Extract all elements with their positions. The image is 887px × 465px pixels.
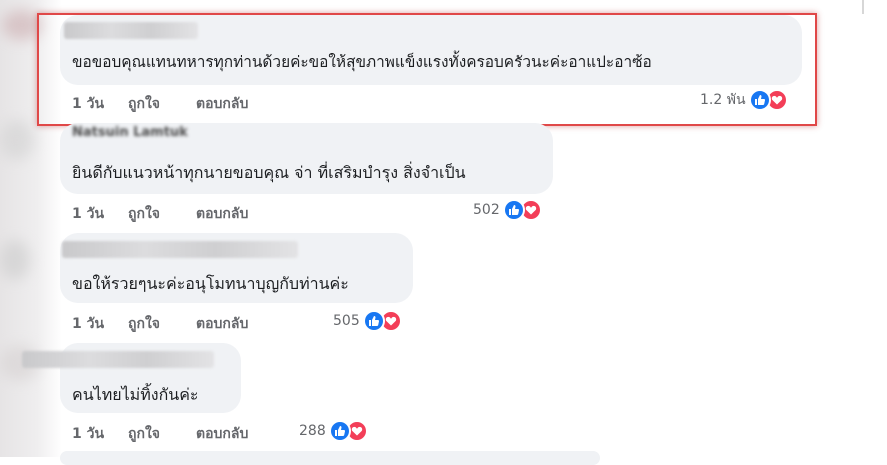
like-icon: [748, 89, 771, 111]
comment-time-link[interactable]: 1 วัน: [72, 423, 104, 445]
like-icon: [502, 199, 525, 221]
reply-button[interactable]: ตอบกลับ: [196, 203, 248, 225]
blurred-avatar-fragment: [0, 120, 34, 160]
reaction-count: 502: [473, 202, 500, 218]
like-icon: [362, 310, 385, 332]
highlight-box: [37, 13, 817, 126]
comment-time-link[interactable]: 1 วัน: [72, 313, 104, 335]
next-comment-bubble-partial: [60, 451, 600, 465]
reaction-summary[interactable]: 505: [333, 310, 402, 332]
comment-text: คนไทยไม่ทิ้งกันค่ะ: [72, 385, 199, 404]
commenter-name-blurred[interactable]: [62, 241, 298, 258]
like-button[interactable]: ถูกใจ: [128, 313, 160, 335]
commenter-name-blurred[interactable]: Natsuin Lamtuk: [72, 124, 196, 136]
blurred-avatar-fragment: [0, 240, 30, 280]
like-icon: [328, 420, 351, 442]
comment-time-link[interactable]: 1 วัน: [72, 203, 104, 225]
comment-text: ยินดีกับแนวหน้าทุกนายขอบคุณ จ่า ที่เสริม…: [72, 163, 466, 182]
reaction-summary[interactable]: 288: [299, 420, 368, 442]
reaction-summary[interactable]: 502: [473, 199, 542, 221]
reaction-count: 288: [299, 423, 326, 439]
blurred-avatar-fragment: [2, 10, 42, 40]
commenter-name-blurred[interactable]: [22, 351, 214, 368]
like-button[interactable]: ถูกใจ: [128, 423, 160, 445]
divider: [862, 0, 864, 14]
reply-button[interactable]: ตอบกลับ: [196, 313, 248, 335]
reply-button[interactable]: ตอบกลับ: [196, 423, 248, 445]
like-button[interactable]: ถูกใจ: [128, 203, 160, 225]
comment-text: ขอให้รวยๆนะค่ะอนุโมทนาบุญกับท่านค่ะ: [72, 274, 349, 293]
reaction-count: 505: [333, 313, 360, 329]
